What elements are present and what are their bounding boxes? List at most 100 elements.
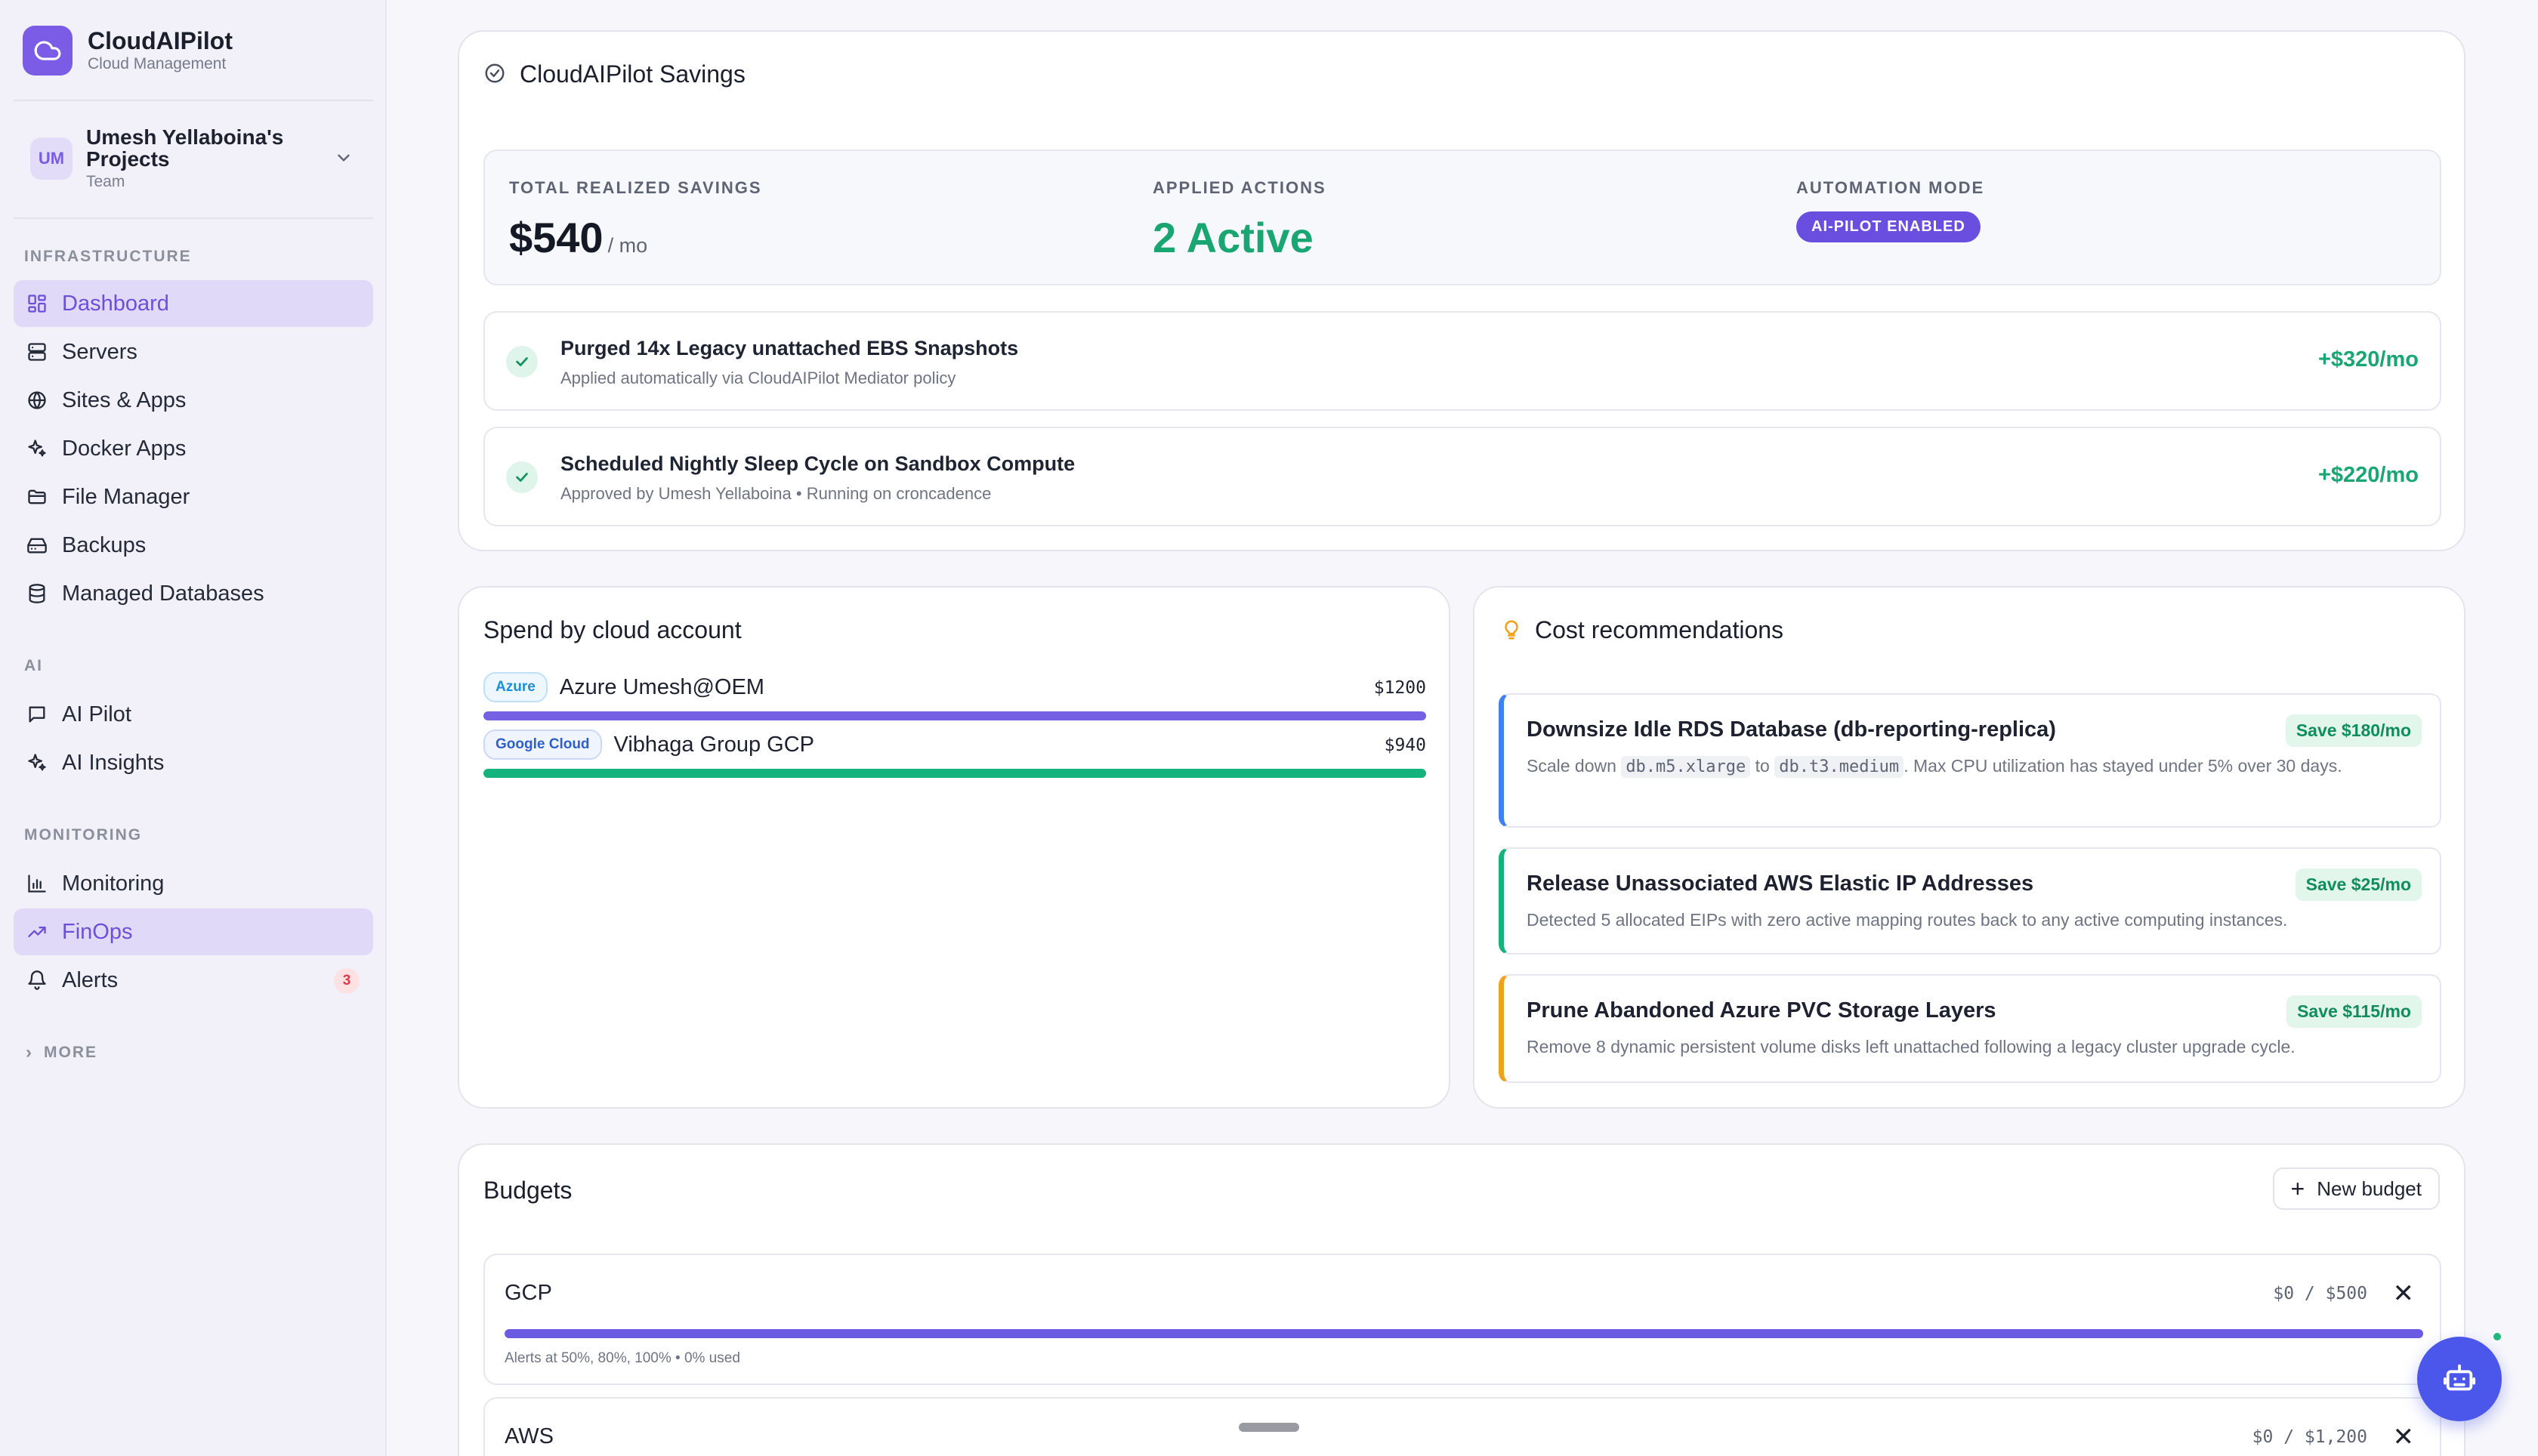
savings-title: CloudAIPilot Savings bbox=[520, 60, 746, 88]
server-icon bbox=[24, 339, 50, 365]
sidebar-item-monitoring[interactable]: Monitoring bbox=[14, 860, 373, 907]
bar-chart-icon bbox=[24, 871, 50, 896]
delete-budget-close-icon[interactable]: ✕ bbox=[2393, 1424, 2415, 1450]
account-label: Google Cloud Vibhaga Group GCP bbox=[483, 730, 814, 760]
recommendation-item[interactable]: Downsize Idle RDS Database (db-reporting… bbox=[1499, 693, 2441, 828]
drive-icon bbox=[24, 532, 50, 558]
budgets-card: Budgets + New budget GCP $0 / $500 ✕ Ale… bbox=[458, 1143, 2465, 1456]
sidebar-item-sites-apps[interactable]: Sites & Apps bbox=[14, 377, 373, 424]
sidebar-item-label: Monitoring bbox=[62, 871, 165, 896]
recommendation-item[interactable]: Prune Abandoned Azure PVC Storage Layers… bbox=[1499, 974, 2441, 1083]
account-name: Azure Umesh@OEM bbox=[559, 674, 764, 699]
new-budget-label: New budget bbox=[2317, 1177, 2422, 1200]
recommendation-item[interactable]: Release Unassociated AWS Elastic IP Addr… bbox=[1499, 847, 2441, 955]
recommendation-title: Downsize Idle RDS Database (db-reporting… bbox=[1527, 717, 2056, 742]
account-amount: $1200 bbox=[1373, 678, 1426, 698]
nav-section-monitoring: MONITORING bbox=[24, 826, 143, 844]
brand-name: CloudAIPilot bbox=[88, 27, 233, 54]
stat-label: AUTOMATION MODE bbox=[1796, 178, 1985, 197]
sidebar-item-label: Dashboard bbox=[62, 291, 169, 316]
desc-text: Scale down bbox=[1527, 756, 1622, 776]
sidebar-item-label: Servers bbox=[62, 339, 137, 364]
recommendation-desc: Detected 5 allocated EIPs with zero acti… bbox=[1527, 910, 2288, 930]
budget-note: Alerts at 50%, 80%, 100% • 0% used bbox=[505, 1350, 740, 1366]
spend-bar bbox=[483, 769, 1426, 778]
recommendations-card: Cost recommendations Downsize Idle RDS D… bbox=[1473, 586, 2465, 1109]
sidebar-item-dashboard[interactable]: Dashboard bbox=[14, 280, 373, 327]
budget-name: GCP bbox=[505, 1281, 552, 1305]
budget-progress-bar bbox=[505, 1329, 2423, 1338]
budgets-title: Budgets bbox=[483, 1177, 573, 1204]
brand[interactable]: CloudAIPilot Cloud Management bbox=[23, 26, 233, 76]
instance-code: db.t3.medium bbox=[1774, 756, 1904, 778]
sidebar-item-label: Docker Apps bbox=[62, 436, 187, 461]
check-circle-icon bbox=[483, 62, 506, 88]
sidebar-item-docker-apps[interactable]: Docker Apps bbox=[14, 425, 373, 472]
folder-icon bbox=[24, 484, 50, 510]
recommendation-title: Release Unassociated AWS Elastic IP Addr… bbox=[1527, 871, 2034, 896]
status-badge: AI-PILOT ENABLED bbox=[1796, 211, 1981, 242]
spend-account-row[interactable]: Google Cloud Vibhaga Group GCP $940 bbox=[483, 730, 1426, 779]
savings-stats: TOTAL REALIZED SAVINGS $540/ mo APPLIED … bbox=[483, 150, 2441, 285]
divider bbox=[14, 217, 373, 219]
sidebar-item-servers[interactable]: Servers bbox=[14, 329, 373, 375]
spend-title: Spend by cloud account bbox=[483, 616, 742, 643]
sidebar-item-label: FinOps bbox=[62, 919, 133, 944]
sidebar-item-alerts[interactable]: Alerts 3 bbox=[14, 957, 373, 1004]
savings-badge: Save $180/mo bbox=[2285, 714, 2422, 747]
cloud-logo-icon bbox=[23, 26, 73, 76]
budget-row: AWS $0 / $1,200 ✕ bbox=[483, 1397, 2441, 1456]
total-savings-value: $540 bbox=[509, 214, 604, 261]
action-amount: +$320/mo bbox=[2317, 347, 2419, 372]
sidebar-item-ai-insights[interactable]: AI Insights bbox=[14, 739, 373, 786]
more-label: MORE bbox=[44, 1044, 97, 1061]
stat-value: $540/ mo bbox=[509, 213, 762, 262]
spend-account-row[interactable]: Azure Azure Umesh@OEM $1200 bbox=[483, 672, 1426, 722]
brand-subtitle: Cloud Management bbox=[88, 55, 227, 72]
action-subtitle: Applied automatically via CloudAIPilot M… bbox=[560, 369, 956, 387]
more-toggle[interactable]: › MORE bbox=[26, 1042, 97, 1063]
spend-card: Spend by cloud account Azure Azure Umesh… bbox=[458, 586, 1450, 1109]
new-budget-button[interactable]: + New budget bbox=[2272, 1168, 2440, 1210]
sidebar-item-file-manager[interactable]: File Manager bbox=[14, 474, 373, 520]
globe-icon bbox=[24, 387, 50, 413]
chevron-right-icon: › bbox=[26, 1042, 33, 1063]
stat-label: APPLIED ACTIONS bbox=[1153, 178, 1326, 197]
applied-action-row: Purged 14x Legacy unattached EBS Snapsho… bbox=[483, 311, 2441, 411]
project-name: Umesh Yellaboina's Projects bbox=[86, 125, 284, 171]
recommendations-title: Cost recommendations bbox=[1535, 616, 1784, 643]
ai-assistant-button[interactable] bbox=[2417, 1337, 2502, 1421]
sidebar-item-label: Alerts bbox=[62, 967, 119, 992]
action-title: Scheduled Nightly Sleep Cycle on Sandbox… bbox=[560, 452, 1076, 475]
check-icon bbox=[506, 461, 538, 493]
sidebar: CloudAIPilot Cloud Management UM Umesh Y… bbox=[0, 0, 387, 1456]
sidebar-item-label: File Manager bbox=[62, 484, 190, 509]
avatar: UM bbox=[30, 137, 73, 180]
savings-card: CloudAIPilot Savings TOTAL REALIZED SAVI… bbox=[458, 30, 2465, 551]
sidebar-item-backups[interactable]: Backups bbox=[14, 522, 373, 569]
recommendation-title: Prune Abandoned Azure PVC Storage Layers bbox=[1527, 998, 1996, 1023]
sidebar-item-finops[interactable]: FinOps bbox=[14, 908, 373, 955]
lightbulb-icon bbox=[1500, 618, 1523, 646]
nav-section-ai: AI bbox=[24, 657, 43, 674]
applied-action-row: Scheduled Nightly Sleep Cycle on Sandbox… bbox=[483, 427, 2441, 526]
account-name: Vibhaga Group GCP bbox=[613, 732, 815, 757]
online-status-dot bbox=[2491, 1331, 2503, 1343]
dashboard-icon bbox=[24, 291, 50, 316]
savings-badge: Save $25/mo bbox=[2295, 868, 2422, 901]
instance-code: db.m5.xlarge bbox=[1621, 756, 1751, 778]
project-switcher[interactable]: UM Umesh Yellaboina's Projects Team bbox=[14, 115, 373, 202]
budget-row: GCP $0 / $500 ✕ Alerts at 50%, 80%, 100%… bbox=[483, 1254, 2441, 1385]
savings-badge: Save $115/mo bbox=[2286, 995, 2422, 1028]
check-icon bbox=[506, 346, 538, 378]
sparkle-icon bbox=[24, 750, 50, 776]
sidebar-item-managed-databases[interactable]: Managed Databases bbox=[14, 570, 373, 617]
delete-budget-close-icon[interactable]: ✕ bbox=[2393, 1281, 2415, 1306]
scroll-handle[interactable] bbox=[1239, 1423, 1299, 1432]
sidebar-item-ai-pilot[interactable]: AI Pilot bbox=[14, 691, 373, 738]
stat-total-savings: TOTAL REALIZED SAVINGS $540/ mo bbox=[509, 178, 762, 262]
action-title: Purged 14x Legacy unattached EBS Snapsho… bbox=[560, 337, 1019, 359]
sparkle-icon bbox=[24, 436, 50, 461]
desc-text: . Max CPU utilization has stayed under 5… bbox=[1904, 756, 2342, 776]
alerts-count-badge: 3 bbox=[334, 968, 360, 994]
